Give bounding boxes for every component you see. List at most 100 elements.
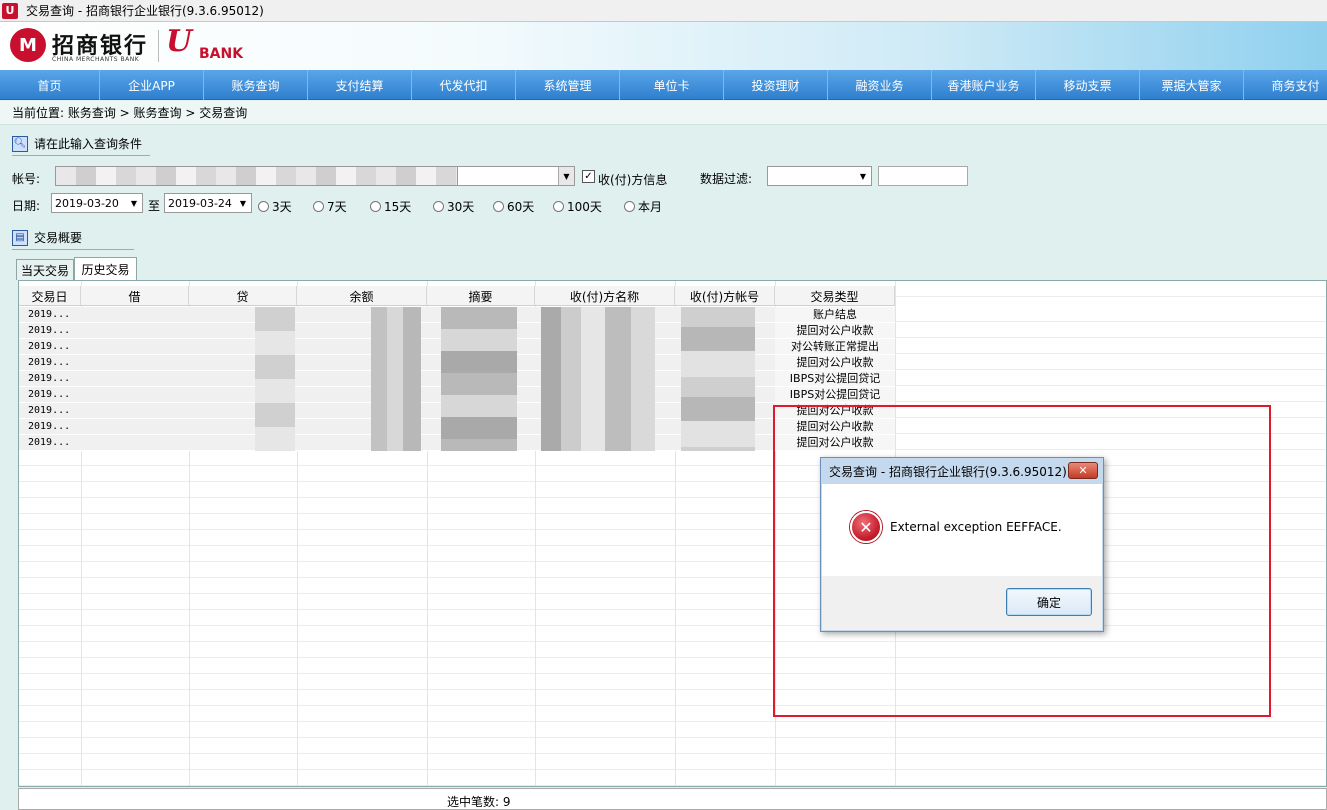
range-7d-radio[interactable]: 7天 bbox=[313, 198, 347, 215]
dialog-title: 交易查询 - 招商银行企业银行(9.3.6.95012) bbox=[829, 464, 1067, 479]
radio-icon[interactable] bbox=[493, 201, 504, 212]
redaction-mosaic bbox=[541, 307, 655, 451]
tab-today[interactable]: 当天交易 bbox=[16, 259, 74, 280]
nav-payroll[interactable]: 代发代扣 bbox=[412, 70, 516, 100]
nav-payment[interactable]: 支付结算 bbox=[308, 70, 412, 100]
row-type: 提回对公户收款 bbox=[775, 323, 895, 338]
filter-input[interactable] bbox=[878, 166, 968, 186]
row-redacted bbox=[81, 387, 775, 402]
nav-home[interactable]: 首页 bbox=[0, 70, 100, 100]
radio-icon[interactable] bbox=[370, 201, 381, 212]
col-header-summary[interactable]: 摘要 bbox=[427, 286, 535, 306]
row-redacted bbox=[81, 307, 775, 322]
chevron-down-icon[interactable]: ▼ bbox=[558, 167, 574, 185]
range-3d-label: 3天 bbox=[272, 200, 292, 214]
summary-section-title: 交易概要 bbox=[34, 231, 83, 245]
redaction-mosaic bbox=[371, 307, 421, 451]
radio-icon[interactable] bbox=[553, 201, 564, 212]
nav-system[interactable]: 系统管理 bbox=[516, 70, 620, 100]
row-redacted bbox=[81, 323, 775, 338]
nav-account-query[interactable]: 账务查询 bbox=[204, 70, 308, 100]
ubank-logo-icon: U bbox=[166, 24, 193, 59]
row-date: 2019... bbox=[28, 437, 71, 448]
nav-hk-account[interactable]: 香港账户业务 bbox=[932, 70, 1036, 100]
row-type: 提回对公户收款 bbox=[775, 355, 895, 370]
counterparty-info-checkbox[interactable]: ✓ bbox=[582, 170, 595, 183]
col-header-type[interactable]: 交易类型 bbox=[775, 286, 895, 306]
date-label: 日期: bbox=[12, 199, 41, 213]
range-60d-radio[interactable]: 60天 bbox=[493, 198, 534, 215]
range-100d-label: 100天 bbox=[567, 200, 602, 214]
col-header-credit[interactable]: 贷 bbox=[189, 286, 297, 306]
ok-button[interactable]: 确定 bbox=[1006, 588, 1092, 616]
range-7d-label: 7天 bbox=[327, 200, 347, 214]
dialog-titlebar: 交易查询 - 招商银行企业银行(9.3.6.95012) bbox=[821, 458, 1103, 484]
date-to-value: 2019-03-24 bbox=[168, 196, 232, 210]
breadcrumb: 当前位置: 账务查询 > 账务查询 > 交易查询 bbox=[0, 101, 1327, 125]
filter-dropdown[interactable]: ▼ bbox=[767, 166, 872, 186]
error-dialog: 交易查询 - 招商银行企业银行(9.3.6.95012) ✕ ✕ Externa… bbox=[820, 457, 1104, 632]
row-date: 2019... bbox=[28, 325, 71, 336]
main-nav: 首页 企业APP 账务查询 支付结算 代发代扣 系统管理 单位卡 投资理财 融资… bbox=[0, 70, 1327, 100]
nav-corporate-card[interactable]: 单位卡 bbox=[620, 70, 724, 100]
row-date: 2019... bbox=[28, 421, 71, 432]
cmb-logo-icon: M bbox=[10, 28, 46, 62]
row-type: 对公转账正常提出 bbox=[775, 339, 895, 354]
window-titlebar: U 交易查询 - 招商银行企业银行(9.3.6.95012) bbox=[0, 0, 1327, 22]
nav-business-pay[interactable]: 商务支付 bbox=[1244, 70, 1327, 100]
logo-divider bbox=[158, 30, 159, 62]
bank-name-en: CHINA MERCHANTS BANK bbox=[52, 56, 140, 63]
row-date: 2019... bbox=[28, 309, 71, 320]
close-icon[interactable]: ✕ bbox=[1068, 462, 1098, 479]
range-100d-radio[interactable]: 100天 bbox=[553, 198, 602, 215]
status-bar: 选中笔数: 9 bbox=[18, 788, 1327, 810]
breadcrumb-text: 当前位置: 账务查询 > 账务查询 > 交易查询 bbox=[12, 106, 248, 120]
range-15d-radio[interactable]: 15天 bbox=[370, 198, 411, 215]
range-60d-label: 60天 bbox=[507, 200, 535, 214]
radio-icon[interactable] bbox=[433, 201, 444, 212]
radio-icon[interactable] bbox=[258, 201, 269, 212]
row-date: 2019... bbox=[28, 341, 71, 352]
window-title: 交易查询 - 招商银行企业银行(9.3.6.95012) bbox=[26, 4, 264, 18]
col-header-counterparty-account[interactable]: 收(付)方帐号 bbox=[675, 286, 775, 306]
col-header-counterparty-name[interactable]: 收(付)方名称 bbox=[535, 286, 675, 306]
document-icon: ▤ bbox=[12, 229, 28, 246]
redaction-mosaic bbox=[441, 307, 517, 451]
date-to-picker[interactable]: 2019-03-24 ▼ bbox=[164, 193, 252, 213]
row-redacted bbox=[81, 371, 775, 386]
nav-financing[interactable]: 融资业务 bbox=[828, 70, 932, 100]
search-icon: 🔍︎ bbox=[12, 135, 28, 152]
chevron-down-icon[interactable]: ▼ bbox=[855, 167, 871, 185]
chevron-down-icon[interactable]: ▼ bbox=[235, 194, 251, 212]
redaction-mosaic bbox=[681, 307, 755, 451]
row-redacted bbox=[81, 435, 775, 450]
row-type: IBPS对公提回贷记 bbox=[775, 387, 895, 402]
query-section-title: 请在此输入查询条件 bbox=[34, 137, 143, 151]
row-date: 2019... bbox=[28, 389, 71, 400]
radio-icon[interactable] bbox=[313, 201, 324, 212]
counterparty-info-label: 收(付)方信息 bbox=[598, 173, 668, 187]
range-3d-radio[interactable]: 3天 bbox=[258, 198, 292, 215]
col-header-debit[interactable]: 借 bbox=[81, 286, 189, 306]
radio-icon[interactable] bbox=[624, 201, 635, 212]
row-redacted bbox=[81, 419, 775, 434]
selected-count: 选中笔数: 9 bbox=[447, 795, 511, 809]
nav-bill-manager[interactable]: 票据大管家 bbox=[1140, 70, 1244, 100]
range-month-radio[interactable]: 本月 bbox=[624, 198, 662, 215]
tab-history[interactable]: 历史交易 bbox=[74, 257, 137, 280]
nav-enterprise-app[interactable]: 企业APP bbox=[100, 70, 204, 100]
nav-mobile-check[interactable]: 移动支票 bbox=[1036, 70, 1140, 100]
error-message: External exception EEFFACE. bbox=[890, 520, 1062, 534]
dialog-body: ✕ External exception EEFFACE. bbox=[822, 484, 1102, 576]
col-header-balance[interactable]: 余额 bbox=[297, 286, 427, 306]
nav-investment[interactable]: 投资理财 bbox=[724, 70, 828, 100]
query-section-header[interactable]: 🔍︎ 请在此输入查询条件 bbox=[12, 132, 150, 156]
col-header-date[interactable]: 交易日 bbox=[19, 286, 81, 306]
chevron-down-icon[interactable]: ▼ bbox=[126, 194, 142, 212]
range-30d-radio[interactable]: 30天 bbox=[433, 198, 474, 215]
date-from-picker[interactable]: 2019-03-20 ▼ bbox=[51, 193, 143, 213]
account-dropdown[interactable]: ▼ bbox=[457, 166, 575, 186]
error-icon: ✕ bbox=[850, 511, 882, 543]
row-redacted bbox=[81, 339, 775, 354]
date-to-label: 至 bbox=[148, 199, 161, 213]
